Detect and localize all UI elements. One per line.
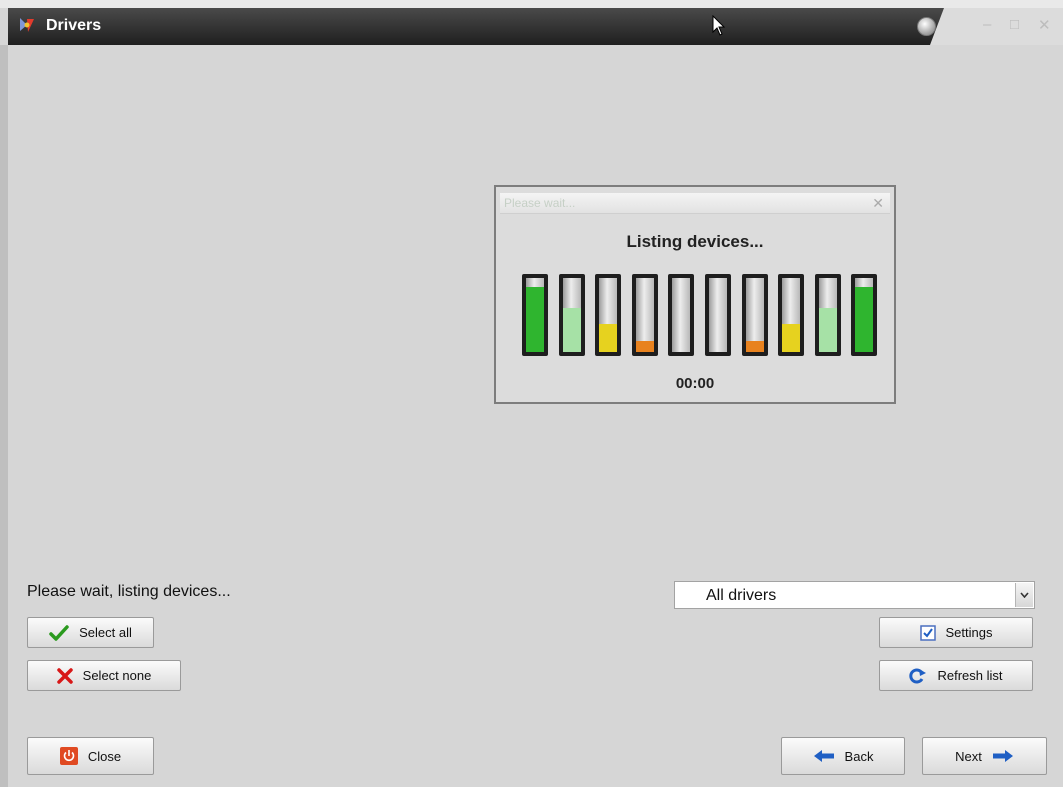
activity-meter (742, 274, 768, 356)
select-none-label: Select none (82, 668, 152, 683)
activity-meter (522, 274, 548, 356)
help-icon[interactable] (917, 17, 936, 36)
dialog-title: Please wait... (504, 196, 576, 210)
activity-meter-track (526, 278, 544, 352)
arrow-left-icon (813, 750, 834, 762)
window-frame-left (0, 45, 8, 787)
window-title: Drivers (46, 17, 102, 34)
select-all-label: Select all (79, 625, 132, 640)
close-button[interactable]: Close (27, 737, 154, 775)
next-label: Next (955, 748, 982, 764)
dialog-title-bar[interactable]: Please wait... ✕ (500, 193, 890, 214)
checkmark-icon (49, 624, 69, 641)
dialog-close-icon[interactable]: ✕ (872, 195, 884, 212)
arrow-right-icon (992, 750, 1013, 762)
activity-meter-track (599, 278, 617, 352)
refresh-list-label: Refresh list (937, 668, 1003, 683)
status-text: Please wait, listing devices... (27, 583, 231, 600)
activity-meters (522, 274, 877, 356)
activity-meter-fill (782, 323, 800, 352)
back-button[interactable]: Back (781, 737, 905, 775)
desktop-strip (0, 0, 1063, 8)
dialog-heading: Listing devices... (626, 232, 764, 251)
activity-meter-track (672, 278, 690, 352)
select-all-button[interactable]: Select all (27, 617, 154, 648)
settings-button[interactable]: Settings (879, 617, 1033, 648)
minimize-icon[interactable]: – (983, 16, 991, 33)
activity-meter-fill (746, 340, 764, 352)
activity-meter (705, 274, 731, 356)
maximize-icon[interactable]: □ (1010, 16, 1019, 33)
activity-meter (815, 274, 841, 356)
progress-dialog: Please wait... ✕ Listing devices... 00:0… (494, 185, 896, 404)
activity-meter (778, 274, 804, 356)
activity-meter-fill (855, 286, 873, 352)
settings-label: Settings (945, 625, 993, 640)
activity-meter-track (782, 278, 800, 352)
select-none-button[interactable]: Select none (27, 660, 181, 691)
activity-meter-fill (563, 307, 581, 352)
back-label: Back (844, 748, 874, 764)
chevron-down-icon[interactable] (1015, 583, 1033, 607)
title-bar[interactable] (8, 8, 1063, 45)
refresh-list-button[interactable]: Refresh list (879, 660, 1033, 691)
next-button[interactable]: Next (922, 737, 1047, 775)
checkbox-checked-icon (919, 624, 936, 641)
refresh-icon (909, 668, 927, 683)
close-window-icon[interactable]: ✕ (1038, 16, 1051, 34)
activity-meter-track (563, 278, 581, 352)
activity-meter (632, 274, 658, 356)
activity-meter-fill (636, 340, 654, 352)
power-icon (59, 747, 78, 765)
activity-meter-track (746, 278, 764, 352)
activity-meter-track (855, 278, 873, 352)
activity-meter-track (709, 278, 727, 352)
mouse-cursor-icon (712, 15, 726, 36)
cross-icon (56, 667, 73, 684)
activity-meter-track (636, 278, 654, 352)
driver-filter-select[interactable]: All drivers (674, 581, 1035, 609)
app-logo-icon (20, 18, 34, 32)
activity-meter (595, 274, 621, 356)
driver-filter-value: All drivers (706, 587, 777, 604)
activity-meter-fill (599, 323, 617, 352)
elapsed-timer: 00:00 (675, 375, 715, 392)
activity-meter-fill (819, 307, 837, 352)
activity-meter (851, 274, 877, 356)
close-label: Close (87, 748, 122, 764)
activity-meter (559, 274, 585, 356)
activity-meter-fill (526, 286, 544, 352)
activity-meter (668, 274, 694, 356)
activity-meter-track (819, 278, 837, 352)
